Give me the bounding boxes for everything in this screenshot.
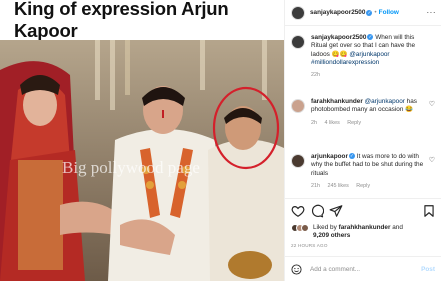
post-time-ago: 22 HOURS AGO	[291, 243, 328, 248]
emoji-icon[interactable]	[291, 263, 302, 275]
liked-by: Liked by farahkhankunder and 9,209 other…	[291, 224, 423, 240]
image-banner: King of expression Arjun Kapoor	[0, 0, 284, 41]
post-comment-button[interactable]: Post	[421, 266, 435, 273]
instagram-post-panel: sanjaykapoor2500 ✓ • Follow ··· sanjayka…	[284, 0, 441, 281]
comment-item: farahkhankunder @arjunkapoor has photobo…	[291, 98, 429, 127]
commenter-avatar[interactable]	[291, 154, 305, 168]
comment-likes[interactable]: 4 likes	[325, 120, 340, 126]
comment-mention[interactable]: @arjunkapoor	[365, 98, 405, 105]
caption-body: sanjaykapoor2500 ✓ When will this Ritual …	[311, 34, 429, 79]
comment-item: arjunkapoor ✓ It was more to do with why …	[291, 153, 429, 190]
banner-title: King of expression Arjun Kapoor	[14, 0, 229, 41]
header-username[interactable]: sanjaykapoor2500	[310, 9, 365, 16]
comment-username[interactable]: farahkhankunder	[311, 98, 363, 105]
heart-icon[interactable]	[291, 204, 305, 218]
caption-mention[interactable]: @arjunkapoor	[349, 51, 389, 58]
comment-likes[interactable]: 245 likes	[328, 183, 349, 189]
verified-badge-icon: ✓	[366, 9, 373, 16]
comment-like-heart-icon[interactable]: ♡	[429, 100, 435, 108]
comment-reply-button[interactable]: Reply	[347, 120, 361, 126]
action-bar	[285, 198, 441, 222]
caption-meta: 22h	[311, 71, 429, 79]
watermark-text: Big pollywood page	[62, 158, 200, 177]
liker-avatar	[301, 224, 309, 232]
comment-meta: 21h 245 likes Reply	[311, 182, 429, 190]
comment-icon[interactable]	[310, 204, 324, 218]
post-header: sanjaykapoor2500 ✓ • Follow ···	[285, 0, 441, 26]
verified-badge-icon: ✓	[348, 153, 355, 160]
liked-by-others[interactable]: 9,209 others	[313, 232, 350, 239]
comment-body: farahkhankunder @arjunkapoor has photobo…	[311, 98, 429, 127]
comment-like-heart-icon[interactable]: ♡	[429, 156, 435, 164]
add-comment-input[interactable]: Add a comment...	[310, 266, 360, 273]
liked-by-user[interactable]: farahkhankunder	[339, 224, 391, 231]
caption-username[interactable]: sanjaykapoor2500	[311, 34, 366, 41]
comment-meta: 2h 4 likes Reply	[311, 119, 429, 127]
comment-body: arjunkapoor ✓ It was more to do with why …	[311, 153, 429, 190]
caption: sanjaykapoor2500 ✓ When will this Ritual …	[291, 34, 429, 79]
caption-avatar[interactable]	[291, 35, 305, 49]
liked-by-text: Liked by farahkhankunder and 9,209 other…	[313, 224, 423, 240]
caption-hashtag[interactable]: #milliondollarexpression	[311, 59, 379, 66]
follow-button[interactable]: Follow	[379, 9, 399, 16]
avatar[interactable]	[291, 5, 305, 20]
caption-time: 22h	[311, 72, 320, 79]
commenter-avatar[interactable]	[291, 99, 305, 113]
liked-by-and: and	[392, 224, 403, 231]
share-icon[interactable]	[329, 204, 343, 218]
more-options-icon[interactable]: ···	[427, 8, 437, 17]
comment-reply-button[interactable]: Reply	[356, 183, 370, 189]
comment-username[interactable]: arjunkapoor	[311, 153, 348, 160]
bookmark-icon[interactable]	[422, 204, 436, 218]
verified-badge-icon: ✓	[367, 34, 374, 41]
post-image: King of expression Arjun Kapoor Big poll…	[0, 0, 284, 281]
comment-time: 21h	[311, 182, 320, 189]
separator-dot: •	[374, 9, 377, 16]
add-comment-bar: Add a comment... Post	[285, 256, 441, 281]
liked-by-prefix: Liked by	[313, 224, 337, 231]
comment-time: 2h	[311, 119, 317, 126]
